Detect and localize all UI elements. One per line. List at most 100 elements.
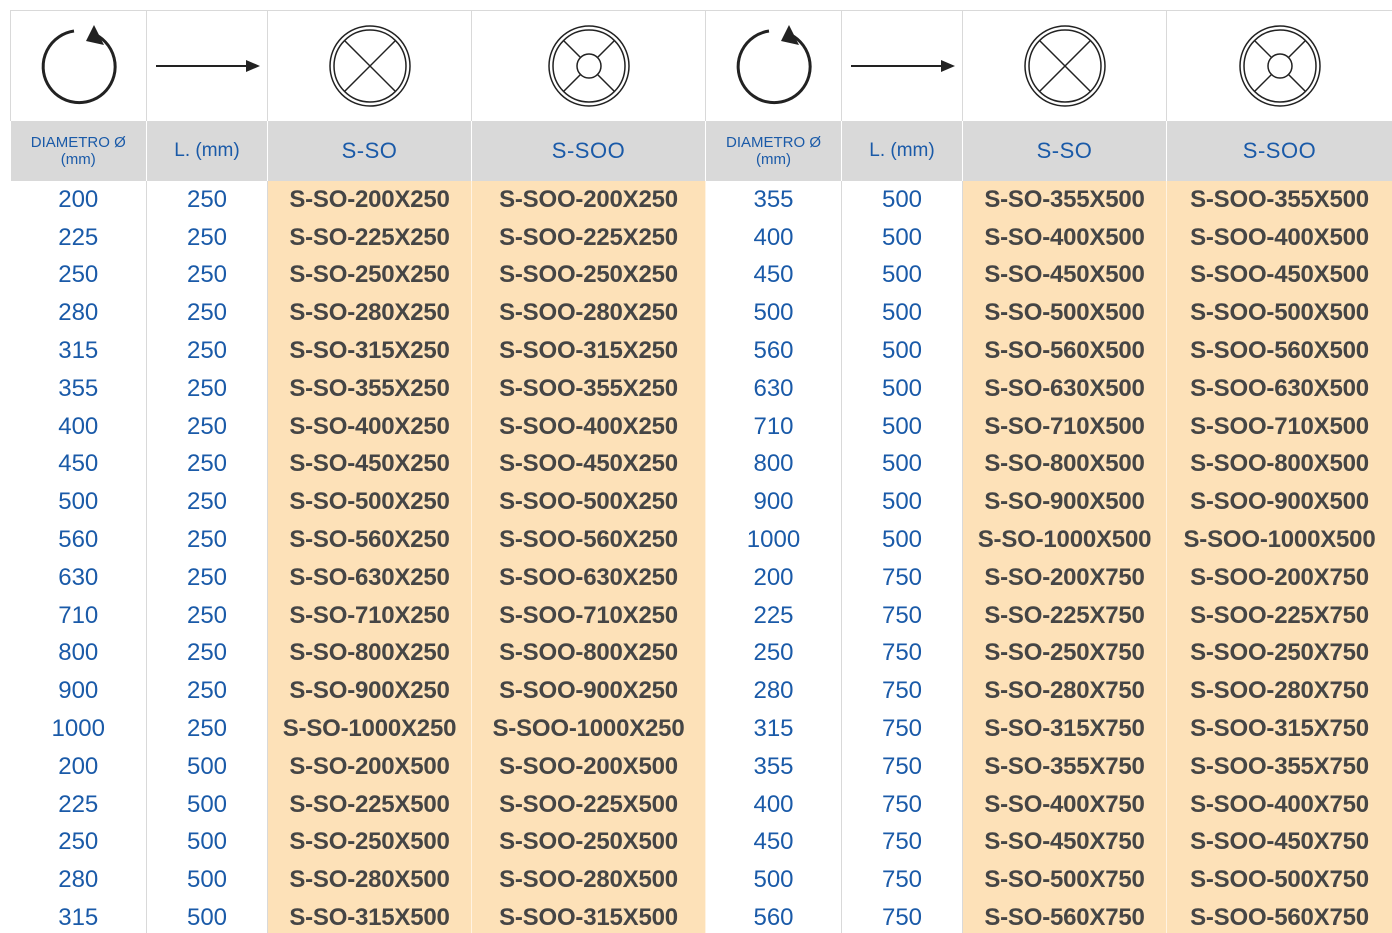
cross-damper-icon bbox=[1023, 25, 1106, 107]
column-header-diameter-line2: (mm) bbox=[60, 151, 96, 168]
s-soo-code-cell: S-SOO-710X250 bbox=[471, 596, 706, 635]
s-soo-code-cell: S-SOO-630X500 bbox=[1166, 369, 1392, 408]
diameter-cell: 225 bbox=[10, 785, 147, 824]
s-soo-code-cell: S-SOO-225X500 bbox=[471, 785, 706, 824]
s-soo-code-cell: S-SOO-315X500 bbox=[471, 899, 706, 933]
length-cell: 750 bbox=[841, 747, 963, 786]
length-cell: 500 bbox=[841, 521, 963, 559]
diameter-cell: 280 bbox=[10, 294, 147, 333]
s-so-icon-cell bbox=[267, 10, 472, 121]
s-so-code-cell: S-SO-560X750 bbox=[962, 899, 1167, 933]
diameter-cell: 280 bbox=[705, 672, 842, 711]
diameter-cell: 400 bbox=[705, 785, 842, 824]
table-row: 500 250 S-SO-500X250 S-SOO-500X250 900 500 S-S… bbox=[10, 483, 1392, 522]
length-cell: 500 bbox=[841, 181, 963, 219]
column-header-diameter-line2: (mm) bbox=[756, 151, 791, 168]
s-so-code-cell: S-SO-200X250 bbox=[267, 181, 472, 219]
s-so-code-cell: S-SO-560X500 bbox=[962, 332, 1167, 370]
diameter-cell: 560 bbox=[10, 521, 147, 559]
table-row: 900 250 S-SO-900X250 S-SOO-900X250 280 750 S-S… bbox=[10, 672, 1392, 711]
length-cell: 500 bbox=[146, 785, 268, 824]
s-soo-code-cell: S-SOO-355X750 bbox=[1166, 747, 1392, 786]
length-cell: 750 bbox=[841, 823, 963, 862]
length-cell: 250 bbox=[146, 634, 268, 673]
s-so-code-cell: S-SO-315X250 bbox=[267, 332, 472, 370]
s-so-code-cell: S-SO-630X500 bbox=[962, 369, 1167, 408]
s-so-code-cell: S-SO-355X750 bbox=[962, 747, 1167, 786]
length-cell: 750 bbox=[841, 861, 963, 900]
diameter-cell: 315 bbox=[10, 899, 147, 933]
column-header-row: DIAMETRO Ø (mm) L. (mm) S-SO S-SOO DIAME… bbox=[10, 121, 1392, 181]
s-so-code-cell: S-SO-500X750 bbox=[962, 861, 1167, 900]
length-cell: 500 bbox=[146, 823, 268, 862]
s-so-code-cell: S-SO-225X250 bbox=[267, 218, 472, 257]
s-so-code-cell: S-SO-1000X500 bbox=[962, 521, 1167, 559]
length-cell: 250 bbox=[146, 596, 268, 635]
s-so-code-cell: S-SO-560X250 bbox=[267, 521, 472, 559]
length-arrow-icon bbox=[156, 60, 260, 72]
s-soo-code-cell: S-SOO-900X500 bbox=[1166, 483, 1392, 522]
length-cell: 500 bbox=[146, 747, 268, 786]
s-so-code-cell: S-SO-280X500 bbox=[267, 861, 472, 900]
s-soo-code-cell: S-SOO-400X750 bbox=[1166, 785, 1392, 824]
s-so-code-cell: S-SO-1000X250 bbox=[267, 710, 472, 748]
s-so-code-cell: S-SO-500X500 bbox=[962, 294, 1167, 333]
length-cell: 250 bbox=[146, 181, 268, 219]
diameter-cell: 710 bbox=[705, 407, 842, 446]
s-so-code-cell: S-SO-250X250 bbox=[267, 256, 472, 295]
diameter-cell: 900 bbox=[10, 672, 147, 711]
s-so-code-cell: S-SO-315X750 bbox=[962, 710, 1167, 748]
s-so-code-cell: S-SO-200X500 bbox=[267, 747, 472, 786]
length-cell: 750 bbox=[841, 785, 963, 824]
s-soo-code-cell: S-SOO-450X250 bbox=[471, 445, 706, 484]
s-so-code-cell: S-SO-225X500 bbox=[267, 785, 472, 824]
s-so-code-cell: S-SO-500X250 bbox=[267, 483, 472, 522]
diameter-cell: 400 bbox=[10, 407, 147, 446]
s-soo-code-cell: S-SOO-225X750 bbox=[1166, 596, 1392, 635]
diameter-cell: 900 bbox=[705, 483, 842, 522]
icon-header-row bbox=[10, 10, 1392, 121]
s-so-code-cell: S-SO-450X250 bbox=[267, 445, 472, 484]
s-so-code-cell: S-SO-355X250 bbox=[267, 369, 472, 408]
length-cell: 250 bbox=[146, 521, 268, 559]
s-soo-code-cell: S-SOO-710X500 bbox=[1166, 407, 1392, 446]
length-cell: 500 bbox=[841, 407, 963, 446]
s-soo-code-cell: S-SOO-1000X250 bbox=[471, 710, 706, 748]
diameter-cell: 225 bbox=[705, 596, 842, 635]
length-cell: 750 bbox=[841, 558, 963, 597]
table-row: 355 250 S-SO-355X250 S-SOO-355X250 630 500 S-S… bbox=[10, 369, 1392, 408]
table-row: 710 250 S-SO-710X250 S-SOO-710X250 225 750 S-S… bbox=[10, 596, 1392, 635]
diameter-cell: 710 bbox=[10, 596, 147, 635]
s-so-code-cell: S-SO-900X250 bbox=[267, 672, 472, 711]
s-so-code-cell: S-SO-710X500 bbox=[962, 407, 1167, 446]
table-row: 225 250 S-SO-225X250 S-SOO-225X250 400 500 S-S… bbox=[10, 218, 1392, 257]
s-so-code-cell: S-SO-280X250 bbox=[267, 294, 472, 333]
s-so-code-cell: S-SO-225X750 bbox=[962, 596, 1167, 635]
length-cell: 250 bbox=[146, 332, 268, 370]
s-soo-code-cell: S-SOO-450X750 bbox=[1166, 823, 1392, 862]
table-row: 250 250 S-SO-250X250 S-SOO-250X250 450 500 S-S… bbox=[10, 256, 1392, 295]
length-cell: 250 bbox=[146, 445, 268, 484]
round-cross-damper-icon bbox=[1238, 25, 1321, 107]
length-cell: 750 bbox=[841, 899, 963, 933]
length-cell: 500 bbox=[841, 218, 963, 257]
length-cell: 250 bbox=[146, 672, 268, 711]
length-cell: 500 bbox=[841, 445, 963, 484]
length-cell: 750 bbox=[841, 710, 963, 748]
length-cell: 500 bbox=[841, 294, 963, 333]
table-row: 225 500 S-SO-225X500 S-SOO-225X500 400 750 S-S… bbox=[10, 785, 1392, 824]
column-header-diameter-line1: DIAMETRO Ø bbox=[30, 134, 126, 151]
s-so-code-cell: S-SO-250X500 bbox=[267, 823, 472, 862]
length-icon-cell bbox=[146, 10, 268, 121]
diameter-cell: 450 bbox=[10, 445, 147, 484]
s-soo-code-cell: S-SOO-200X500 bbox=[471, 747, 706, 786]
s-soo-code-cell: S-SOO-200X750 bbox=[1166, 558, 1392, 597]
s-so-code-cell: S-SO-630X250 bbox=[267, 558, 472, 597]
rotation-arrow-icon bbox=[41, 25, 117, 105]
diameter-cell: 200 bbox=[705, 558, 842, 597]
s-so-code-cell: S-SO-400X500 bbox=[962, 218, 1167, 257]
table-row: 280 500 S-SO-280X500 S-SOO-280X500 500 750 S-S… bbox=[10, 861, 1392, 900]
cross-damper-icon bbox=[328, 25, 411, 107]
rotation-icon-cell bbox=[705, 10, 842, 121]
s-soo-icon-cell bbox=[1166, 10, 1392, 121]
